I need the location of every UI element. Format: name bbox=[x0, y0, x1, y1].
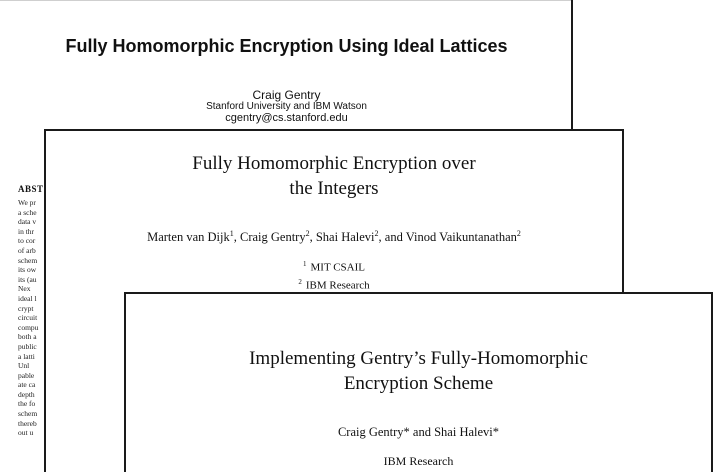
author-affiliation-mark: 1 bbox=[229, 229, 234, 238]
affiliation-name: IBM Research bbox=[305, 279, 370, 292]
abstract-line: a sche bbox=[18, 207, 37, 217]
author-affiliation-mark: 2 bbox=[516, 229, 521, 238]
abstract-line: the fo bbox=[18, 399, 36, 409]
abstract-line: crypt bbox=[18, 303, 34, 313]
paper-title-line: the Integers bbox=[289, 178, 379, 199]
abstract-line: Unl bbox=[18, 361, 30, 371]
author-name: Marten van Dijk bbox=[147, 230, 230, 245]
paper-title: Implementing Gentry’s Fully-Homomorphic … bbox=[126, 346, 711, 396]
paper-title-line: Implementing Gentry’s Fully-Homomorphic bbox=[249, 348, 588, 369]
author-affiliation-mark: 2 bbox=[374, 229, 379, 238]
abstract-line: both a bbox=[18, 332, 37, 342]
abstract-line: thereb bbox=[18, 418, 37, 428]
abstract-text-fragments: We pr a sche data v in thr to cor of arb schem… bbox=[18, 198, 46, 438]
abstract-line: circuit bbox=[18, 313, 38, 323]
affiliation-mark: 1 bbox=[303, 260, 307, 268]
paper-implementing-gentry-fhe: Implementing Gentry’s Fully-Homomorphic … bbox=[124, 292, 713, 472]
paper-title-line: Fully Homomorphic Encryption over bbox=[192, 153, 476, 174]
paper-institution: IBM Research bbox=[383, 454, 454, 468]
paper-title: Fully Homomorphic Encryption Using Ideal… bbox=[65, 36, 508, 56]
author-name: Shai Halevi bbox=[315, 230, 375, 245]
abstract-line: pable bbox=[18, 370, 35, 380]
abstract-line: We pr bbox=[18, 198, 36, 207]
abstract-line: ideal l bbox=[18, 293, 37, 303]
abstract-line: to cor bbox=[18, 236, 36, 246]
affiliation-name: MIT CSAIL bbox=[310, 261, 366, 274]
abstract-line: schem bbox=[18, 409, 38, 419]
abstract-line: its ow bbox=[18, 265, 37, 275]
abstract-line: of arb bbox=[18, 245, 36, 255]
paper-affiliations: 1 MIT CSAIL 2 IBM Research bbox=[46, 257, 622, 292]
abstract-line: a latti bbox=[18, 351, 35, 361]
paper-email: cgentry@cs.stanford.edu bbox=[225, 112, 348, 124]
paper-authors: Marten van Dijk1, Craig Gentry2, Shai Ha… bbox=[147, 229, 521, 245]
page-edge-line bbox=[0, 0, 571, 1]
affiliation-mark: 2 bbox=[298, 277, 302, 286]
abstract-line: its (au bbox=[18, 274, 37, 284]
abstract-line: Nex bbox=[18, 284, 31, 294]
paper-authors: Craig Gentry* and Shai Halevi* bbox=[337, 425, 500, 439]
abstract-line: out u bbox=[18, 428, 34, 438]
abstract-line: schem bbox=[18, 255, 38, 265]
paper-author: Craig Gentry bbox=[252, 88, 321, 102]
affiliation-line: 1 MIT CSAIL bbox=[46, 257, 622, 275]
affiliation-line: 2 IBM Research bbox=[46, 275, 622, 293]
author-name: Vinod Vaikuntanathan bbox=[405, 230, 517, 245]
abstract-line: in thr bbox=[18, 226, 35, 236]
abstract-line: data v bbox=[18, 217, 37, 227]
abstract-line: compu bbox=[18, 322, 39, 332]
abstract-line: ate ca bbox=[18, 380, 36, 390]
author-name: Craig Gentry bbox=[239, 230, 306, 245]
abstract-line: public bbox=[18, 341, 37, 351]
paper-title: Fully Homomorphic Encryption over the In… bbox=[46, 151, 622, 201]
abstract-line: depth bbox=[18, 389, 35, 399]
abstract-heading: ABST bbox=[18, 184, 44, 194]
paper-title-line: Encryption Scheme bbox=[343, 373, 494, 394]
author-affiliation-mark: 2 bbox=[305, 229, 310, 238]
paper-affiliation: Stanford University and IBM Watson bbox=[206, 101, 367, 112]
